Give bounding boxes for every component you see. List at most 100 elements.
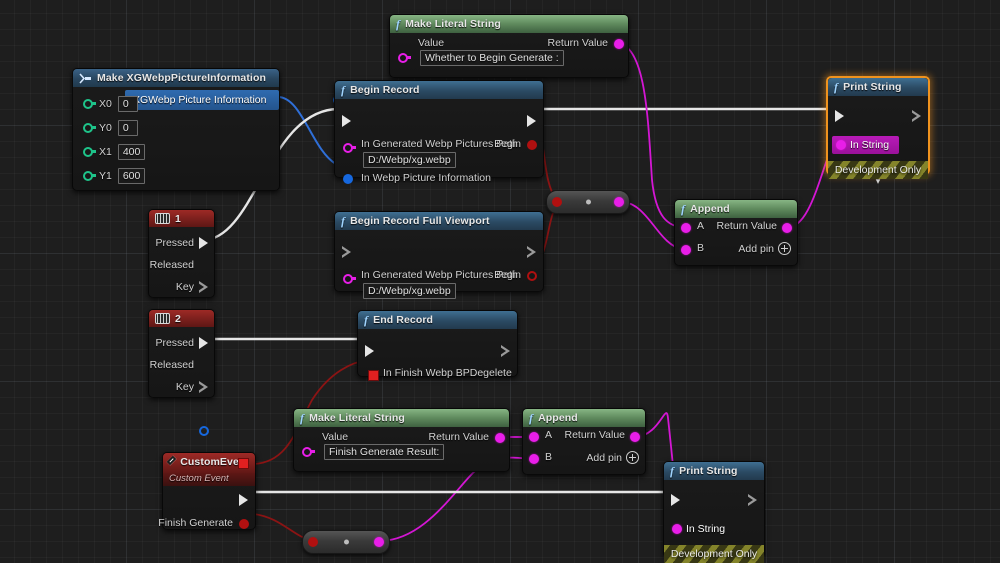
add-pin-label: Add pin — [586, 451, 622, 464]
node-print-string-bottom[interactable]: f Print String In String Development Onl… — [663, 461, 765, 563]
exec-out-pin[interactable] — [500, 345, 510, 357]
reroute-node-top[interactable] — [546, 190, 630, 214]
node-custom-event[interactable]: CustomEvent Custom Event Finish Generate — [158, 452, 256, 530]
pressed-exec-pin[interactable] — [199, 337, 208, 349]
node-title: Make Literal String — [405, 18, 501, 30]
node-header: f Make Literal String — [390, 15, 628, 33]
return-value-label: Return Value — [716, 220, 777, 232]
pin-a-label: A — [697, 220, 705, 232]
released-row: Released — [149, 254, 214, 293]
exec-out-pin[interactable] — [911, 110, 921, 122]
node-print-string-top[interactable]: f Print String In String Development Onl… — [826, 76, 930, 186]
begin-out-pin[interactable] — [527, 271, 537, 281]
node-body: XGWebp Picture Information X0 0 Y0 0 X1 … — [73, 87, 343, 197]
plus-icon — [778, 242, 791, 255]
node-append-bottom[interactable]: f Append A B Return Value Add pin — [522, 408, 646, 475]
node-end-record[interactable]: f End Record In Finish Webp BPDegelete — [357, 310, 518, 381]
plus-icon — [626, 451, 639, 464]
blueprint-graph-canvas[interactable]: Make XGWebpPictureInformation XGWebp Pic… — [0, 0, 1000, 563]
node-append-top[interactable]: f Append A B Return Value Add pin — [674, 199, 798, 266]
add-pin-label: Add pin — [738, 242, 774, 255]
exec-in-pin[interactable] — [341, 246, 351, 258]
node-make-literal-string-top[interactable]: f Make Literal String Value Whether to B… — [389, 14, 629, 78]
exec-out-pin[interactable] — [526, 246, 536, 258]
node-title: Print String — [679, 465, 738, 477]
add-pin-button[interactable]: Add pin — [586, 451, 639, 464]
node-make-xgwebppictureinformation[interactable]: Make XGWebpPictureInformation XGWebp Pic… — [72, 68, 343, 191]
in-string-pin[interactable] — [836, 140, 846, 150]
key-out-pin[interactable] — [199, 426, 209, 436]
pressed-row: Pressed — [149, 332, 214, 354]
node-body: A B Return Value Add pin — [675, 218, 797, 272]
reroute-out-pin[interactable] — [374, 537, 384, 547]
value-label: Value — [322, 431, 349, 443]
node-header: f Append — [523, 409, 645, 427]
return-value-pin[interactable] — [782, 223, 792, 233]
node-header: f Make Literal String — [294, 409, 509, 427]
webp-picture-info-pin[interactable] — [343, 174, 353, 184]
reroute-out-pin[interactable] — [614, 197, 624, 207]
return-value-pin[interactable] — [495, 433, 505, 443]
reroute-node-bottom[interactable] — [302, 530, 390, 554]
x0-value-field[interactable]: 0 — [117, 96, 138, 112]
node-title: Append — [538, 412, 578, 424]
pressed-exec-pin[interactable] — [199, 237, 208, 249]
return-value-pin[interactable] — [614, 39, 624, 49]
pin-a[interactable] — [681, 223, 691, 233]
pressed-label: Pressed — [155, 237, 194, 249]
pin-a[interactable] — [529, 432, 539, 442]
keyboard-icon — [155, 213, 170, 224]
node-header: f Print String — [664, 462, 764, 480]
finish-generate-label: Finish Generate — [158, 517, 233, 529]
chevron-down-icon[interactable]: ▾ — [828, 177, 928, 188]
node-make-literal-string-bottom[interactable]: f Make Literal String Value Finish Gener… — [293, 408, 510, 472]
path-field[interactable]: D:/Webp/xg.webp — [363, 283, 456, 299]
begin-out-label: Begin — [494, 269, 521, 281]
reroute-in-pin[interactable] — [308, 537, 318, 547]
node-body: In String Development Only ▾ — [664, 480, 764, 563]
exec-out-pin[interactable] — [527, 115, 536, 127]
reroute-center-dot — [344, 539, 349, 545]
key-row: Key — [149, 376, 214, 436]
in-string-pin[interactable] — [672, 524, 682, 534]
value-field[interactable]: Finish Generate Result: — [324, 444, 445, 460]
x1-value-field[interactable]: 400 — [117, 144, 146, 160]
node-begin-record-full-viewport[interactable]: f Begin Record Full Viewport In Generate… — [334, 211, 544, 299]
exec-out-pin[interactable] — [747, 494, 757, 506]
node-title: Begin Record Full Viewport — [350, 215, 490, 227]
node-key-event-1[interactable]: 1 Pressed Released Key — [148, 209, 215, 336]
released-label: Released — [149, 259, 194, 271]
exec-in-pin[interactable] — [365, 345, 374, 357]
node-begin-record[interactable]: f Begin Record In Generated Webp Picture… — [334, 80, 544, 184]
y1-value-field[interactable]: 600 — [117, 168, 146, 184]
node-title: 2 — [175, 312, 181, 325]
input-row-y1: Y1 600 — [73, 165, 279, 187]
node-body: A B Return Value Add pin — [523, 427, 645, 481]
keyboard-icon — [155, 313, 170, 324]
pin-b[interactable] — [681, 245, 691, 255]
begin-out-pin[interactable] — [527, 140, 537, 150]
exec-in-pin[interactable] — [835, 110, 844, 122]
finish-webp-bool-pin[interactable] — [368, 370, 379, 381]
node-body: Pressed Released Key — [149, 327, 214, 436]
node-header: f Begin Record — [335, 81, 543, 99]
return-value-pin[interactable] — [630, 432, 640, 442]
pin-b-label: B — [697, 242, 705, 254]
pin-a-label: A — [545, 429, 553, 441]
node-key-event-2[interactable]: 2 Pressed Released Key — [148, 309, 215, 436]
event-delegate-square-pin[interactable] — [238, 458, 249, 469]
y0-value-field[interactable]: 0 — [117, 120, 138, 136]
node-title: Make XGWebpPictureInformation — [97, 72, 266, 84]
exec-out-pin[interactable] — [239, 494, 248, 506]
exec-in-pin[interactable] — [671, 494, 680, 506]
node-header: f Append — [675, 200, 797, 218]
finish-generate-pin[interactable] — [239, 519, 249, 529]
pin-b[interactable] — [529, 454, 539, 464]
exec-in-pin[interactable] — [342, 115, 351, 127]
function-icon: f — [529, 410, 534, 425]
reroute-in-pin[interactable] — [552, 197, 562, 207]
path-field[interactable]: D:/Webp/xg.webp — [363, 152, 456, 168]
value-field[interactable]: Whether to Begin Generate : — [420, 50, 564, 66]
add-pin-button[interactable]: Add pin — [738, 242, 791, 255]
return-value-label: Return Value — [428, 431, 489, 443]
